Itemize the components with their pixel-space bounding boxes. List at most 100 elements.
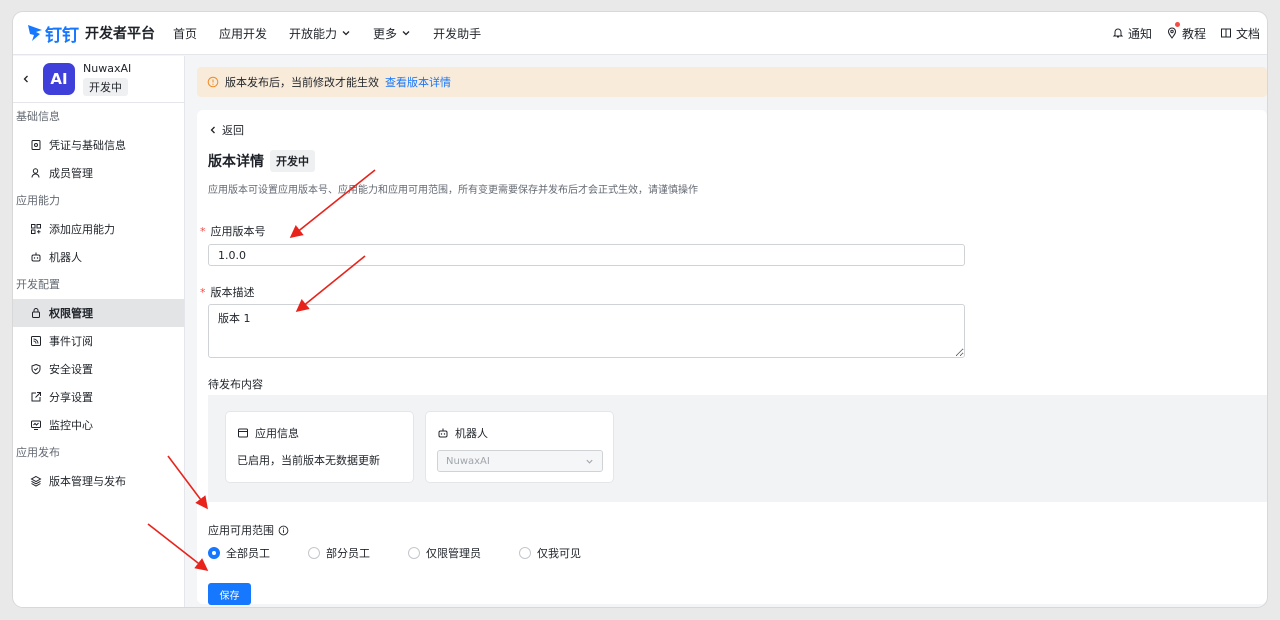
sidebar-item-label: 添加应用能力 [49,223,115,236]
nav-dev-assistant[interactable]: 开发助手 [433,25,481,42]
sidebar: AI NuwaxAI 开发中 基础信息 凭证与基础信息 成员管理 应用能力 添加… [13,56,185,607]
sidebar-item-label: 分享设置 [49,391,93,404]
description-textarea[interactable]: 版本 1 [208,304,965,358]
status-badge: 开发中 [270,150,315,172]
section-title-release: 应用发布 [16,446,60,459]
notice-banner: 版本发布后，当前修改才能生效 查看版本详情 [197,67,1267,97]
view-version-detail-link[interactable]: 查看版本详情 [385,74,451,90]
monitor-icon [31,420,41,430]
layers-icon [30,475,42,487]
sidebar-item-security[interactable]: 安全设置 [13,355,184,383]
scope-radio-admin[interactable]: 仅限管理员 [408,545,481,561]
nav-home-label: 首页 [173,26,198,41]
scope-label: 应用可用范围 [208,522,289,538]
lock-icon [32,308,40,318]
rss-icon [31,336,41,346]
nav-home[interactable]: 首页 [173,25,197,42]
back-icon[interactable] [16,74,36,84]
robot-title: 机器人 [455,427,488,440]
app-info-title: 应用信息 [255,427,299,440]
pending-content-label: 待发布内容 [208,378,263,391]
sidebar-item-label: 机器人 [49,251,82,264]
page-title: 版本详情 [208,154,264,170]
shield-icon [31,363,41,375]
nav-more[interactable]: 更多 [373,25,411,42]
pending-content-box: 应用信息 已启用，当前版本无数据更新 机器人 NuwaxAI [208,395,1267,502]
robot-icon [438,428,448,438]
app-name: NuwaxAI [83,62,132,75]
scope-radio-all[interactable]: 全部员工 [208,545,270,561]
robot-card: 机器人 NuwaxAI [425,411,614,483]
logo[interactable]: 钉钉 开发者平台 [27,21,173,46]
robot-select[interactable]: NuwaxAI [437,450,603,472]
sidebar-item-monitor[interactable]: 监控中心 [13,411,184,439]
location-pin-icon [1167,27,1176,39]
nav-app-dev-label: 应用开发 [219,26,268,41]
sidebar-item-label: 版本管理与发布 [49,475,126,488]
nav-app-dev[interactable]: 应用开发 [219,25,267,42]
docs-button[interactable]: 文档 [1220,25,1260,42]
app-window: 钉钉 开发者平台 首页 应用开发 开放能力 更多 开发助手 通知 教程 文档 A… [13,12,1267,607]
sidebar-item-robot[interactable]: 机器人 [13,243,184,271]
nav-open-capabilities[interactable]: 开放能力 [289,25,351,42]
required-mark: * [200,225,206,238]
page-description: 应用版本可设置应用版本号、应用能力和应用可用范围，所有变更需要保存并发布后才会正… [208,185,698,196]
section-title-dev-config: 开发配置 [16,278,60,291]
required-mark: * [200,286,206,299]
scope-radio-label: 仅限管理员 [426,547,481,560]
bell-icon [1112,28,1124,38]
sidebar-item-credentials[interactable]: 凭证与基础信息 [13,131,184,159]
scope-radio-me[interactable]: 仅我可见 [519,545,581,561]
dingtalk-logo-icon: 钉钉 [27,21,79,46]
app-info-header: 应用信息 [237,425,299,441]
chevron-left-icon [210,126,215,134]
sidebar-item-add-capability[interactable]: 添加应用能力 [13,215,184,243]
grid-add-icon [31,224,41,234]
radio-dot [519,547,531,559]
version-label-text: 应用版本号 [210,225,266,238]
robot-select-value: NuwaxAI [446,455,490,467]
version-detail-card: 返回 版本详情 开发中 应用版本可设置应用版本号、应用能力和应用可用范围，所有变… [197,110,1267,605]
back-link[interactable]: 返回 [208,122,244,138]
sidebar-item-versions[interactable]: 版本管理与发布 [13,467,184,495]
sidebar-item-label: 成员管理 [49,167,93,180]
new-badge-dot [1174,21,1180,27]
main-content: 版本发布后，当前修改才能生效 查看版本详情 返回 版本详情 开发中 应用版本可设… [197,67,1267,605]
notify-button[interactable]: 通知 [1112,25,1152,42]
sidebar-item-share[interactable]: 分享设置 [13,383,184,411]
app-avatar: AI [43,63,75,95]
description-label-text: 版本描述 [210,286,255,299]
radio-dot [308,547,320,559]
sidebar-item-label: 安全设置 [49,363,93,376]
sidebar-item-permissions[interactable]: 权限管理 [13,299,184,327]
title-row: 版本详情 开发中 [208,150,315,172]
sidebar-item-label: 事件订阅 [49,335,93,348]
sidebar-item-label: 监控中心 [49,419,93,432]
nav-right: 通知 教程 文档 [1112,21,1260,42]
scope-radio-label: 部分员工 [326,547,370,560]
radio-dot [408,547,420,559]
description-label: * 版本描述 [200,284,255,300]
section-title-capabilities: 应用能力 [16,194,60,207]
sidebar-item-label: 凭证与基础信息 [49,139,126,152]
sidebar-item-events[interactable]: 事件订阅 [13,327,184,355]
scope-radio-group: 全部员工 部分员工 仅限管理员 仅我可见 [208,545,619,561]
robot-header: 机器人 [437,425,488,441]
nav-items: 首页 应用开发 开放能力 更多 开发助手 [173,25,503,42]
app-avatar-text: AI [50,70,68,88]
app-status-badge: 开发中 [83,78,128,96]
tutorial-button[interactable]: 教程 [1166,21,1206,42]
nav-open-capabilities-label: 开放能力 [289,26,338,41]
version-input[interactable] [208,244,965,266]
back-link-label: 返回 [222,124,244,137]
info-circle-icon[interactable] [278,525,289,536]
scope-radio-label: 全部员工 [226,547,270,560]
scope-label-text: 应用可用范围 [208,524,274,537]
share-icon [31,392,41,402]
chevron-down-icon [402,31,410,36]
save-button[interactable]: 保存 [208,583,251,605]
book-icon [1220,28,1231,38]
scope-radio-partial[interactable]: 部分员工 [308,545,370,561]
sidebar-item-members[interactable]: 成员管理 [13,159,184,187]
scope-radio-label: 仅我可见 [537,547,581,560]
